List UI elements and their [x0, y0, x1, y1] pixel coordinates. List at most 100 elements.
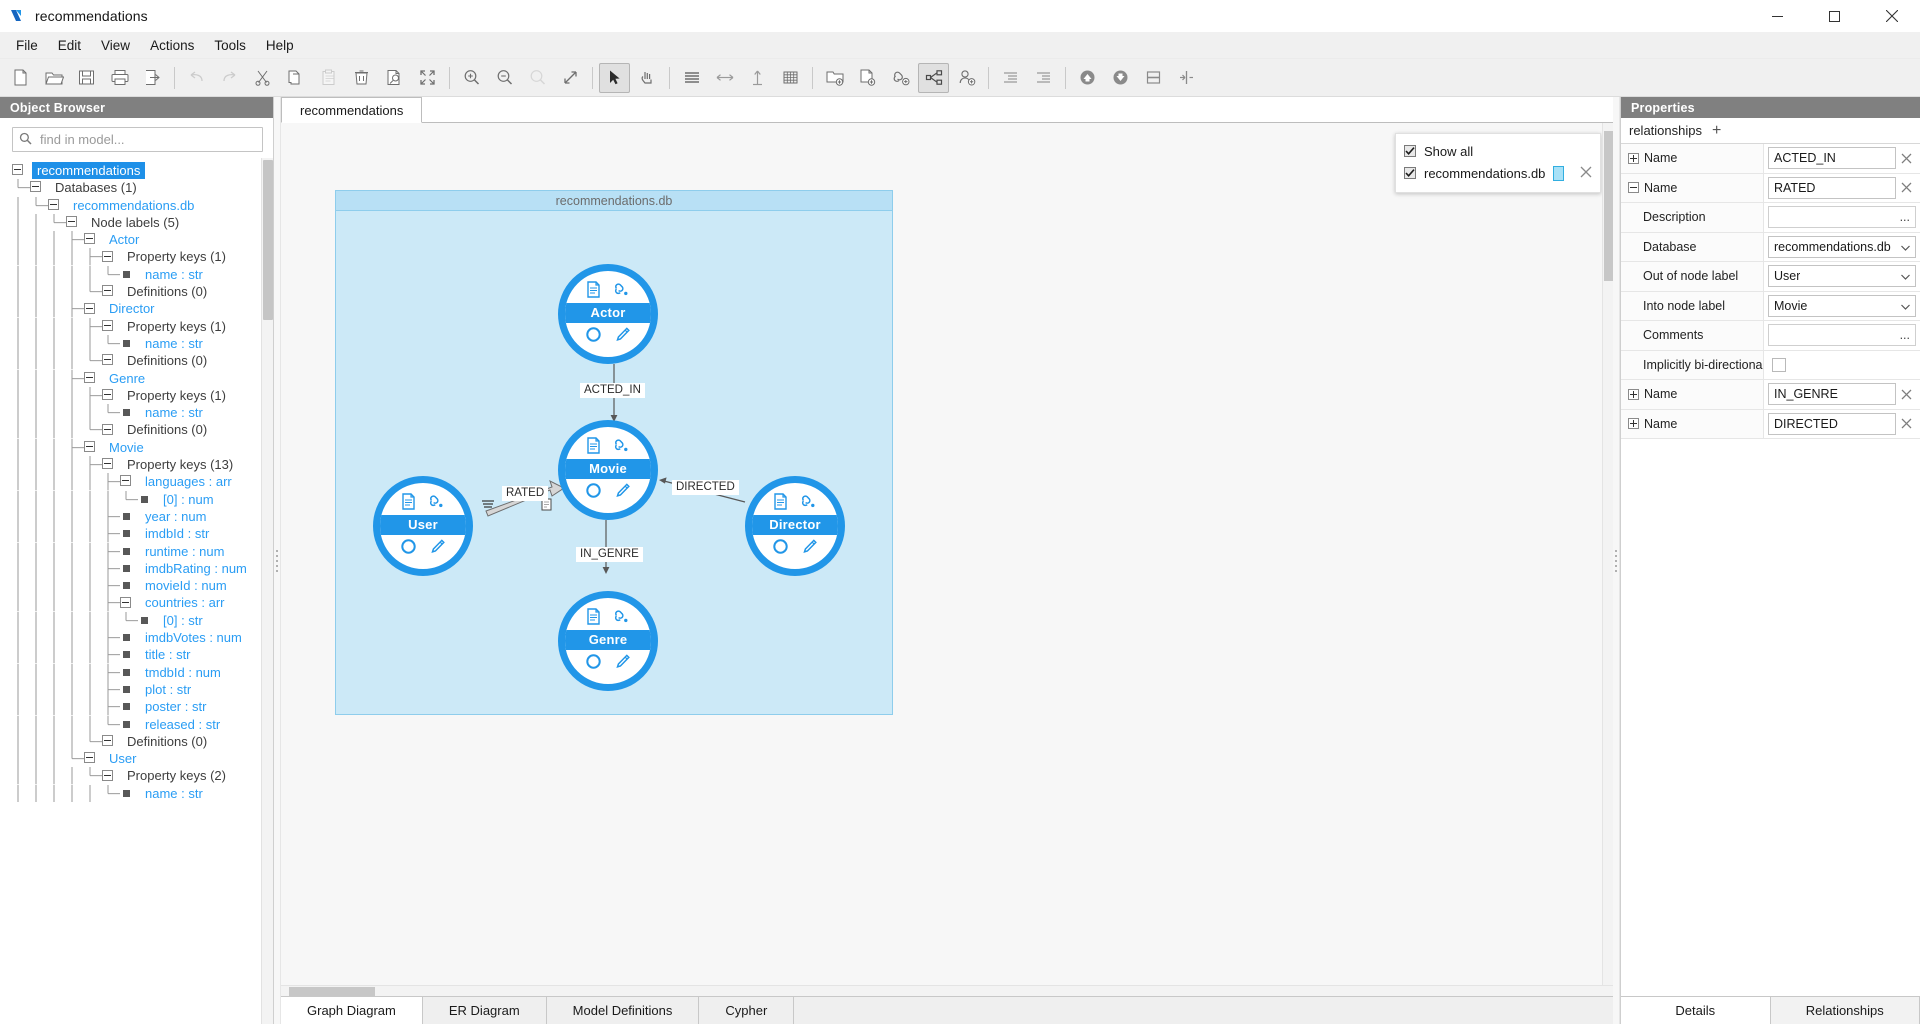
menu-actions[interactable]: Actions — [140, 35, 204, 56]
key-link-icon[interactable] — [613, 281, 630, 301]
zoom-reset-icon[interactable] — [522, 63, 553, 93]
canvas-vertical-scrollbar[interactable] — [1602, 123, 1613, 996]
expand-plus-icon[interactable] — [1628, 388, 1639, 400]
close-icon[interactable] — [1580, 166, 1592, 181]
key-link-icon[interactable] — [428, 493, 445, 513]
tab-relationships[interactable]: Relationships — [1770, 997, 1920, 1024]
save-icon[interactable] — [71, 63, 102, 93]
graph-node-movie[interactable]: Movie — [558, 420, 658, 520]
search-input[interactable] — [38, 131, 256, 148]
indent-decrease-icon[interactable] — [995, 63, 1026, 93]
property-checkbox[interactable] — [1772, 357, 1786, 372]
right-splitter[interactable] — [1613, 97, 1620, 1024]
database-container[interactable]: recommendations.db Actor Movie User Dire… — [335, 190, 893, 715]
graph-node-actor[interactable]: Actor — [558, 264, 658, 364]
tree-expander-icon[interactable] — [66, 216, 77, 228]
copy-icon[interactable] — [280, 63, 311, 93]
close-button[interactable] — [1863, 0, 1920, 33]
property-input[interactable]: ... — [1768, 324, 1916, 347]
tree-item[interactable]: imdbRating : num — [0, 559, 273, 578]
tree-item[interactable]: name : str — [0, 334, 273, 353]
edge-label-directed[interactable]: DIRECTED — [672, 480, 739, 495]
align-lines-icon[interactable] — [676, 63, 707, 93]
search-box[interactable] — [12, 127, 263, 152]
menu-view[interactable]: View — [91, 35, 140, 56]
tree-item[interactable]: Actor — [0, 231, 273, 249]
tab-cypher[interactable]: Cypher — [699, 997, 795, 1024]
tree-expander-icon[interactable] — [120, 596, 131, 608]
tree-item[interactable]: recommendations — [0, 162, 273, 180]
document-icon[interactable] — [586, 437, 601, 457]
pencil-icon[interactable] — [614, 653, 631, 673]
tree-item[interactable]: title : str — [0, 646, 273, 664]
property-input[interactable]: DIRECTED — [1768, 412, 1896, 435]
undo-icon[interactable] — [181, 63, 212, 93]
tree-item[interactable]: Genre — [0, 369, 273, 387]
clear-field-icon[interactable] — [1896, 418, 1916, 429]
move-down-icon[interactable] — [1105, 63, 1136, 93]
add-relationship-icon[interactable] — [885, 63, 916, 93]
select-pointer-icon[interactable] — [599, 62, 630, 93]
canvas-horizontal-scrollbar[interactable] — [281, 985, 1613, 996]
delete-trash-icon[interactable] — [346, 63, 377, 93]
graph-view-icon[interactable] — [918, 62, 949, 93]
property-input[interactable]: RATED — [1768, 176, 1896, 199]
tree-expander-icon[interactable] — [30, 181, 41, 193]
key-link-icon[interactable] — [800, 493, 817, 513]
maximize-button[interactable] — [1806, 0, 1863, 33]
left-splitter[interactable] — [274, 97, 281, 1024]
chevron-down-icon[interactable] — [1901, 269, 1910, 283]
legend-color-swatch[interactable] — [1553, 165, 1564, 181]
tree-scroll-thumb[interactable] — [263, 160, 273, 320]
document-icon[interactable] — [773, 493, 788, 513]
pencil-icon[interactable] — [614, 482, 631, 502]
key-link-icon[interactable] — [613, 608, 630, 628]
property-input[interactable]: Movie — [1768, 294, 1916, 317]
chevron-down-icon[interactable] — [1901, 299, 1910, 313]
pencil-icon[interactable] — [614, 326, 631, 346]
tree-item[interactable]: name : str — [0, 784, 273, 802]
document-tab-recommendations[interactable]: recommendations — [281, 97, 423, 123]
property-input[interactable]: IN_GENRE — [1768, 383, 1896, 406]
canvas-vscroll-thumb[interactable] — [1604, 131, 1613, 281]
tree-expander-icon[interactable] — [102, 769, 113, 781]
grid-icon[interactable] — [775, 63, 806, 93]
menu-help[interactable]: Help — [256, 35, 304, 56]
tree-item[interactable]: recommendations.db — [0, 196, 273, 214]
tree-expander-icon[interactable] — [48, 198, 59, 210]
tree-expander-icon[interactable] — [102, 734, 113, 746]
tree-expander-icon[interactable] — [102, 423, 113, 435]
tree-item[interactable]: year : num — [0, 507, 273, 526]
tree-item[interactable]: Databases (1) — [0, 179, 273, 196]
document-icon[interactable] — [586, 608, 601, 628]
clear-field-icon[interactable] — [1896, 389, 1916, 400]
pencil-icon[interactable] — [801, 538, 818, 558]
tree-expander-icon[interactable] — [84, 371, 95, 383]
tree-item[interactable]: Property keys (1) — [0, 248, 273, 266]
expand-plus-icon[interactable] — [1628, 152, 1639, 164]
export-icon[interactable] — [137, 63, 168, 93]
circle-icon[interactable] — [400, 538, 417, 558]
tab-details[interactable]: Details — [1621, 997, 1771, 1024]
tree-item[interactable]: imdbVotes : num — [0, 629, 273, 647]
plus-icon[interactable]: + — [1712, 122, 1721, 139]
tree-item[interactable]: languages : arr — [0, 473, 273, 491]
property-input[interactable]: recommendations.db — [1768, 235, 1916, 258]
show-all-checkbox[interactable] — [1404, 145, 1416, 157]
tree-item[interactable]: plot : str — [0, 680, 273, 699]
tree-item[interactable]: Definitions (0) — [0, 283, 273, 301]
tree-item[interactable]: User — [0, 750, 273, 768]
zoom-fit-diagonal-icon[interactable] — [555, 63, 586, 93]
chevron-down-icon[interactable] — [1901, 240, 1910, 254]
horizontal-arrows-icon[interactable] — [709, 63, 740, 93]
add-user-icon[interactable] — [951, 63, 982, 93]
tree-item[interactable]: poster : str — [0, 698, 273, 716]
property-input[interactable]: User — [1768, 265, 1916, 288]
tree-item[interactable]: Director — [0, 300, 273, 318]
minimize-button[interactable] — [1749, 0, 1806, 33]
legend-entry-row[interactable]: recommendations.db — [1396, 162, 1600, 184]
tree-item[interactable]: Property keys (1) — [0, 386, 273, 405]
tree-item[interactable]: [0] : num — [0, 490, 273, 508]
add-entity-icon[interactable] — [852, 63, 883, 93]
tree-item[interactable]: Definitions (0) — [0, 732, 273, 751]
